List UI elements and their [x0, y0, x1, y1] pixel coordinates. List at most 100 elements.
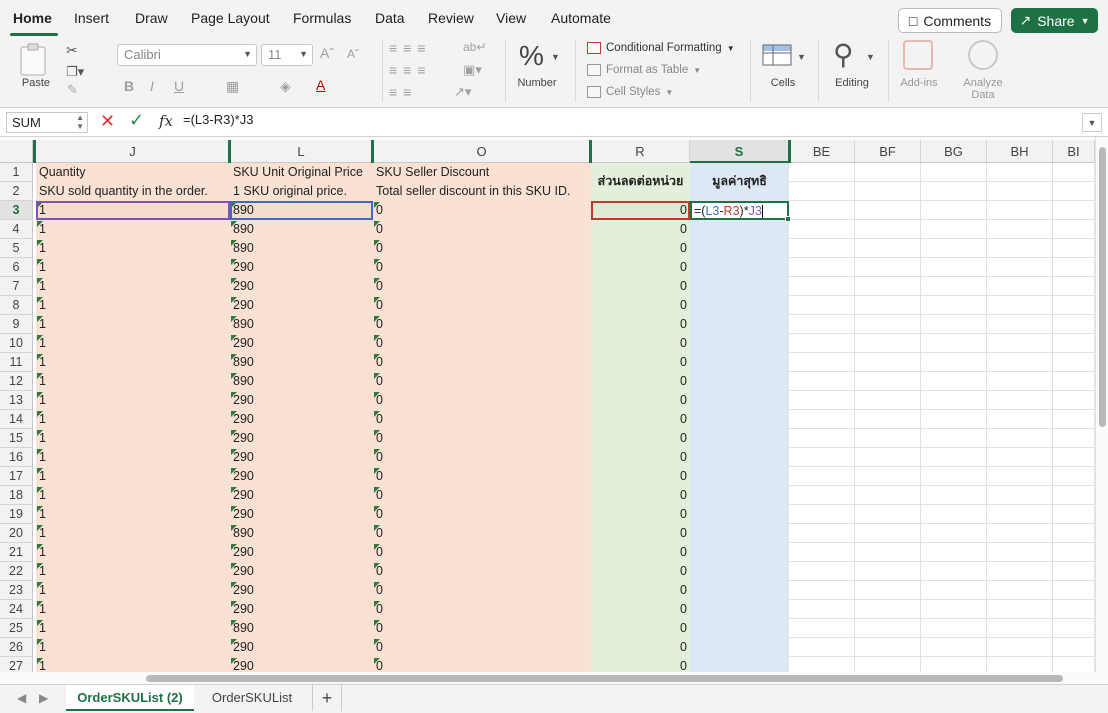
cell-j[interactable]: 1	[36, 296, 230, 315]
header-quantity[interactable]: Quantity	[36, 163, 230, 182]
cell-o[interactable]: 0	[373, 638, 591, 657]
cell-r[interactable]: 0	[591, 410, 690, 429]
merge-icon[interactable]: ▣▾	[463, 62, 482, 78]
horizontal-scrollbar[interactable]	[0, 672, 1108, 684]
row-header[interactable]: 19	[0, 505, 33, 524]
cell-r[interactable]: 0	[591, 524, 690, 543]
cell-j[interactable]: 1	[36, 600, 230, 619]
cell-j[interactable]: 1	[36, 619, 230, 638]
percent-icon[interactable]: %	[519, 40, 544, 72]
cell-l[interactable]: 290	[230, 581, 373, 600]
tab-formulas[interactable]: Formulas	[293, 10, 351, 26]
sheet-tab-ordersku-2[interactable]: OrderSKUList (2)	[66, 685, 194, 711]
cut-icon[interactable]: ✂	[66, 42, 78, 59]
cell-r[interactable]: 0	[591, 581, 690, 600]
description-unit-price[interactable]: 1 SKU original price.	[230, 182, 373, 201]
name-box[interactable]: SUM ▲ ▼	[6, 112, 88, 133]
cell-l[interactable]: 890	[230, 372, 373, 391]
underline-icon[interactable]: U	[174, 78, 184, 94]
cell-o[interactable]: 0	[373, 524, 591, 543]
cell-j[interactable]: 1	[36, 239, 230, 258]
cell-o[interactable]: 0	[373, 220, 591, 239]
cell-o[interactable]: 0	[373, 619, 591, 638]
select-all-corner[interactable]	[0, 140, 33, 163]
cell-r[interactable]: 0	[591, 315, 690, 334]
cell-l[interactable]: 290	[230, 543, 373, 562]
cell-j[interactable]: 1	[36, 562, 230, 581]
tab-draw[interactable]: Draw	[135, 10, 168, 26]
analyze-data-icon[interactable]	[968, 40, 998, 70]
cell-o[interactable]: 0	[373, 372, 591, 391]
row-header[interactable]: 3	[0, 201, 33, 220]
cell-styles-button[interactable]: Cell Styles ▼	[587, 86, 673, 98]
cell-l[interactable]: 290	[230, 486, 373, 505]
cell-j[interactable]: 1	[36, 429, 230, 448]
cell-j[interactable]: 1	[36, 334, 230, 353]
share-button[interactable]: ↗ Share ▼	[1011, 8, 1098, 33]
cell-r[interactable]: 0	[591, 638, 690, 657]
row-header[interactable]: 17	[0, 467, 33, 486]
cell-l[interactable]: 290	[230, 467, 373, 486]
row-header[interactable]: 18	[0, 486, 33, 505]
row-header[interactable]: 16	[0, 448, 33, 467]
tab-page-layout[interactable]: Page Layout	[191, 10, 270, 26]
cell-o[interactable]: 0	[373, 277, 591, 296]
cell-r[interactable]: 0	[591, 429, 690, 448]
copy-icon[interactable]: ❐▾	[66, 64, 84, 80]
cell-l[interactable]: 890	[230, 524, 373, 543]
cell-j[interactable]: 1	[36, 581, 230, 600]
cell-o[interactable]: 0	[373, 429, 591, 448]
column-header-j[interactable]: J	[36, 140, 230, 163]
row-header[interactable]: 26	[0, 638, 33, 657]
font-family-select[interactable]: Calibri ▼	[117, 44, 257, 66]
cell-j[interactable]: 1	[36, 258, 230, 277]
cell-l[interactable]: 290	[230, 296, 373, 315]
format-as-table-button[interactable]: Format as Table ▼	[587, 64, 701, 76]
cell-o[interactable]: 0	[373, 258, 591, 277]
cell-r[interactable]: 0	[591, 467, 690, 486]
description-seller-discount[interactable]: Total seller discount in this SKU ID.	[373, 182, 591, 201]
column-header-s[interactable]: S	[690, 140, 789, 163]
add-ins-icon[interactable]	[903, 40, 933, 70]
column-header-bi[interactable]: BI	[1053, 140, 1095, 163]
row-header[interactable]: 10	[0, 334, 33, 353]
cell-o[interactable]: 0	[373, 448, 591, 467]
cell-l[interactable]: 290	[230, 505, 373, 524]
cell-r[interactable]: 0	[591, 372, 690, 391]
cell-l[interactable]: 290	[230, 334, 373, 353]
format-painter-icon[interactable]: ✎	[67, 82, 78, 98]
row-header[interactable]: 14	[0, 410, 33, 429]
cell-r[interactable]: 0	[591, 543, 690, 562]
cell-j[interactable]: 1	[36, 448, 230, 467]
font-size-select[interactable]: 11 ▼	[261, 44, 313, 66]
header-unit-price[interactable]: SKU Unit Original Price	[230, 163, 373, 182]
cell-r[interactable]: 0	[591, 296, 690, 315]
cell-o[interactable]: 0	[373, 353, 591, 372]
cell-r[interactable]: 0	[591, 619, 690, 638]
scroll-thumb[interactable]	[146, 675, 1063, 682]
cell-o[interactable]: 0	[373, 410, 591, 429]
cancel-icon[interactable]: ✕	[100, 111, 115, 132]
cell-l[interactable]: 290	[230, 638, 373, 657]
column-header-be[interactable]: BE	[789, 140, 855, 163]
column-header-bf[interactable]: BF	[855, 140, 921, 163]
align-left-icons[interactable]: ≡≡≡	[389, 62, 432, 78]
active-cell-s3[interactable]: =(L3-R3)*J3	[690, 201, 789, 220]
cell-l[interactable]: 290	[230, 429, 373, 448]
cell-o[interactable]: 0	[373, 562, 591, 581]
tab-automate[interactable]: Automate	[551, 10, 611, 26]
header-discount-per-unit[interactable]: ส่วนลดต่อหน่วย	[591, 172, 690, 191]
wrap-text-icon[interactable]: ab↵	[463, 40, 486, 54]
comments-button[interactable]: □ Comments	[898, 8, 1002, 33]
row-header[interactable]: 2	[0, 182, 33, 201]
prev-sheet-icon[interactable]: ◀	[17, 691, 26, 705]
cell-o[interactable]: 0	[373, 315, 591, 334]
cell-l[interactable]: 890	[230, 619, 373, 638]
cell-r[interactable]: 0	[591, 258, 690, 277]
next-sheet-icon[interactable]: ▶	[39, 691, 48, 705]
cell-o[interactable]: 0	[373, 467, 591, 486]
cell-j[interactable]: 1	[36, 543, 230, 562]
cell-l[interactable]: 290	[230, 562, 373, 581]
row-header[interactable]: 4	[0, 220, 33, 239]
cell-l[interactable]: 290	[230, 600, 373, 619]
